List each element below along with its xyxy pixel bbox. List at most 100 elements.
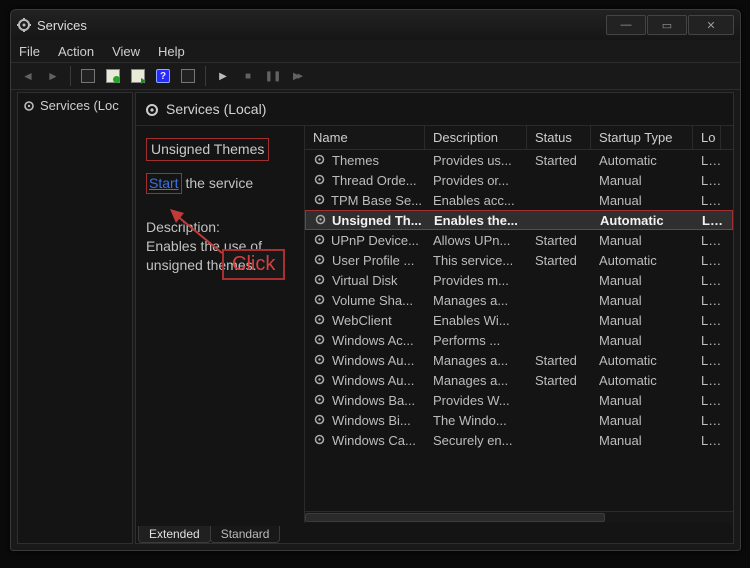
toolbar: ◄ ► ? ▶ ■ ❚❚ ▶▶ <box>11 62 740 90</box>
table-row[interactable]: Windows Au...Manages a...StartedAutomati… <box>305 370 733 390</box>
gear-icon <box>314 213 327 227</box>
services-icon <box>17 18 31 32</box>
toolbar-separator <box>205 66 206 86</box>
cell-status: Started <box>527 353 591 368</box>
table-row[interactable]: ThemesProvides us...StartedAutomaticLc <box>305 150 733 170</box>
toolbar-separator <box>70 66 71 86</box>
cell-name: UPnP Device... <box>305 233 425 248</box>
cell-startup: Automatic <box>592 213 694 228</box>
cell-startup: Manual <box>591 413 693 428</box>
properties-button[interactable] <box>102 65 124 87</box>
list-body[interactable]: ThemesProvides us...StartedAutomaticLcTh… <box>305 150 733 511</box>
table-row[interactable]: Windows Au...Manages a...StartedAutomati… <box>305 350 733 370</box>
table-row[interactable]: User Profile ...This service...StartedAu… <box>305 250 733 270</box>
cell-description: Manages a... <box>425 373 527 388</box>
gear-icon <box>313 193 326 207</box>
show-hide-tree-button[interactable] <box>77 65 99 87</box>
table-row[interactable]: Virtual DiskProvides m...ManualLc <box>305 270 733 290</box>
cell-startup: Automatic <box>591 253 693 268</box>
cell-description: Securely en... <box>425 433 527 448</box>
table-row[interactable]: Thread Orde...Provides or...ManualLc <box>305 170 733 190</box>
annotation-click-label: Click <box>222 249 285 280</box>
gear-icon <box>313 293 327 307</box>
cell-name: Windows Au... <box>305 373 425 388</box>
tab-extended[interactable]: Extended <box>138 526 211 543</box>
window-title: Services <box>37 18 87 33</box>
cell-logon: Lc <box>693 233 721 248</box>
gear-icon <box>313 413 327 427</box>
pause-service-button[interactable]: ❚❚ <box>262 65 284 87</box>
cell-description: Provides m... <box>425 273 527 288</box>
gear-icon <box>313 393 327 407</box>
cell-description: Enables Wi... <box>425 313 527 328</box>
cell-logon: Lc <box>693 273 721 288</box>
scrollbar-thumb[interactable] <box>305 513 605 522</box>
menu-bar: File Action View Help <box>11 40 740 62</box>
cell-startup: Manual <box>591 433 693 448</box>
menu-help[interactable]: Help <box>158 44 185 59</box>
pane-split: Unsigned Themes Start the service Descri… <box>136 125 733 523</box>
col-name[interactable]: Name <box>305 126 425 149</box>
refresh-button[interactable] <box>177 65 199 87</box>
gear-icon <box>313 433 327 447</box>
help-button[interactable]: ? <box>152 65 174 87</box>
col-description[interactable]: Description <box>425 126 527 149</box>
title-bar[interactable]: Services ― ▭ ✕ <box>11 10 740 40</box>
cell-name: Windows Ba... <box>305 393 425 408</box>
minimize-button[interactable]: ― <box>606 15 646 35</box>
table-row[interactable]: WebClientEnables Wi... ManualLc <box>305 310 733 330</box>
cell-description: This service... <box>425 253 527 268</box>
col-logon[interactable]: Lo <box>693 126 721 149</box>
table-row[interactable]: Volume Sha...Manages a...ManualLc <box>305 290 733 310</box>
cell-logon: Lc <box>693 193 721 208</box>
table-row[interactable]: Windows Ca...Securely en...ManualLc <box>305 430 733 450</box>
cell-name: WebClient <box>305 313 425 328</box>
export-list-button[interactable] <box>127 65 149 87</box>
gear-icon <box>22 99 36 113</box>
gear-icon <box>313 153 327 167</box>
services-window: Services ― ▭ ✕ File Action View Help ◄ ►… <box>10 9 741 551</box>
view-tabs: Extended Standard <box>136 523 733 543</box>
start-service-button[interactable]: ▶ <box>212 65 234 87</box>
gear-icon <box>313 253 327 267</box>
client-area: Services (Loc Services (Local) Unsigned … <box>11 90 740 550</box>
cell-description: Manages a... <box>425 353 527 368</box>
maximize-button[interactable]: ▭ <box>647 15 687 35</box>
menu-file[interactable]: File <box>19 44 40 59</box>
cell-startup: Automatic <box>591 153 693 168</box>
start-service-link[interactable]: Start <box>146 173 182 194</box>
cell-status: Started <box>527 373 591 388</box>
cell-logon: Lc <box>693 313 721 328</box>
stop-service-button[interactable]: ■ <box>237 65 259 87</box>
cell-description: Performs ... <box>425 333 527 348</box>
cell-name: Virtual Disk <box>305 273 425 288</box>
table-row[interactable]: UPnP Device...Allows UPn...StartedManual… <box>305 230 733 250</box>
tree-root[interactable]: Services (Loc <box>20 97 130 114</box>
menu-view[interactable]: View <box>112 44 140 59</box>
close-button[interactable]: ✕ <box>688 15 734 35</box>
table-row[interactable]: TPM Base Se...Enables acc...ManualLc <box>305 190 733 210</box>
cell-startup: Manual <box>591 393 693 408</box>
menu-action[interactable]: Action <box>58 44 94 59</box>
console-tree[interactable]: Services (Loc <box>17 92 133 544</box>
cell-description: Provides us... <box>425 153 527 168</box>
table-row[interactable]: Unsigned Th...Enables the...AutomaticLc <box>305 210 733 230</box>
forward-button[interactable]: ► <box>42 65 64 87</box>
col-status[interactable]: Status <box>527 126 591 149</box>
content-pane: Services (Local) Unsigned Themes Start t… <box>135 92 734 544</box>
tree-root-label: Services (Loc <box>40 98 119 113</box>
selected-service-name: Unsigned Themes <box>146 138 269 161</box>
gear-icon <box>313 173 327 187</box>
table-row[interactable]: Windows Ac...Performs ...ManualLc <box>305 330 733 350</box>
col-startup[interactable]: Startup Type <box>591 126 693 149</box>
table-row[interactable]: Windows Bi...The Windo...ManualLc <box>305 410 733 430</box>
service-list: Name Description Status Startup Type Lo … <box>304 126 733 523</box>
table-row[interactable]: Windows Ba...Provides W...ManualLc <box>305 390 733 410</box>
restart-service-button[interactable]: ▶▶ <box>287 65 309 87</box>
cell-description: Enables the... <box>426 213 528 228</box>
cell-startup: Manual <box>591 313 693 328</box>
back-button[interactable]: ◄ <box>17 65 39 87</box>
tab-standard[interactable]: Standard <box>210 526 281 543</box>
cell-logon: Lc <box>693 373 721 388</box>
horizontal-scrollbar[interactable] <box>305 511 733 523</box>
